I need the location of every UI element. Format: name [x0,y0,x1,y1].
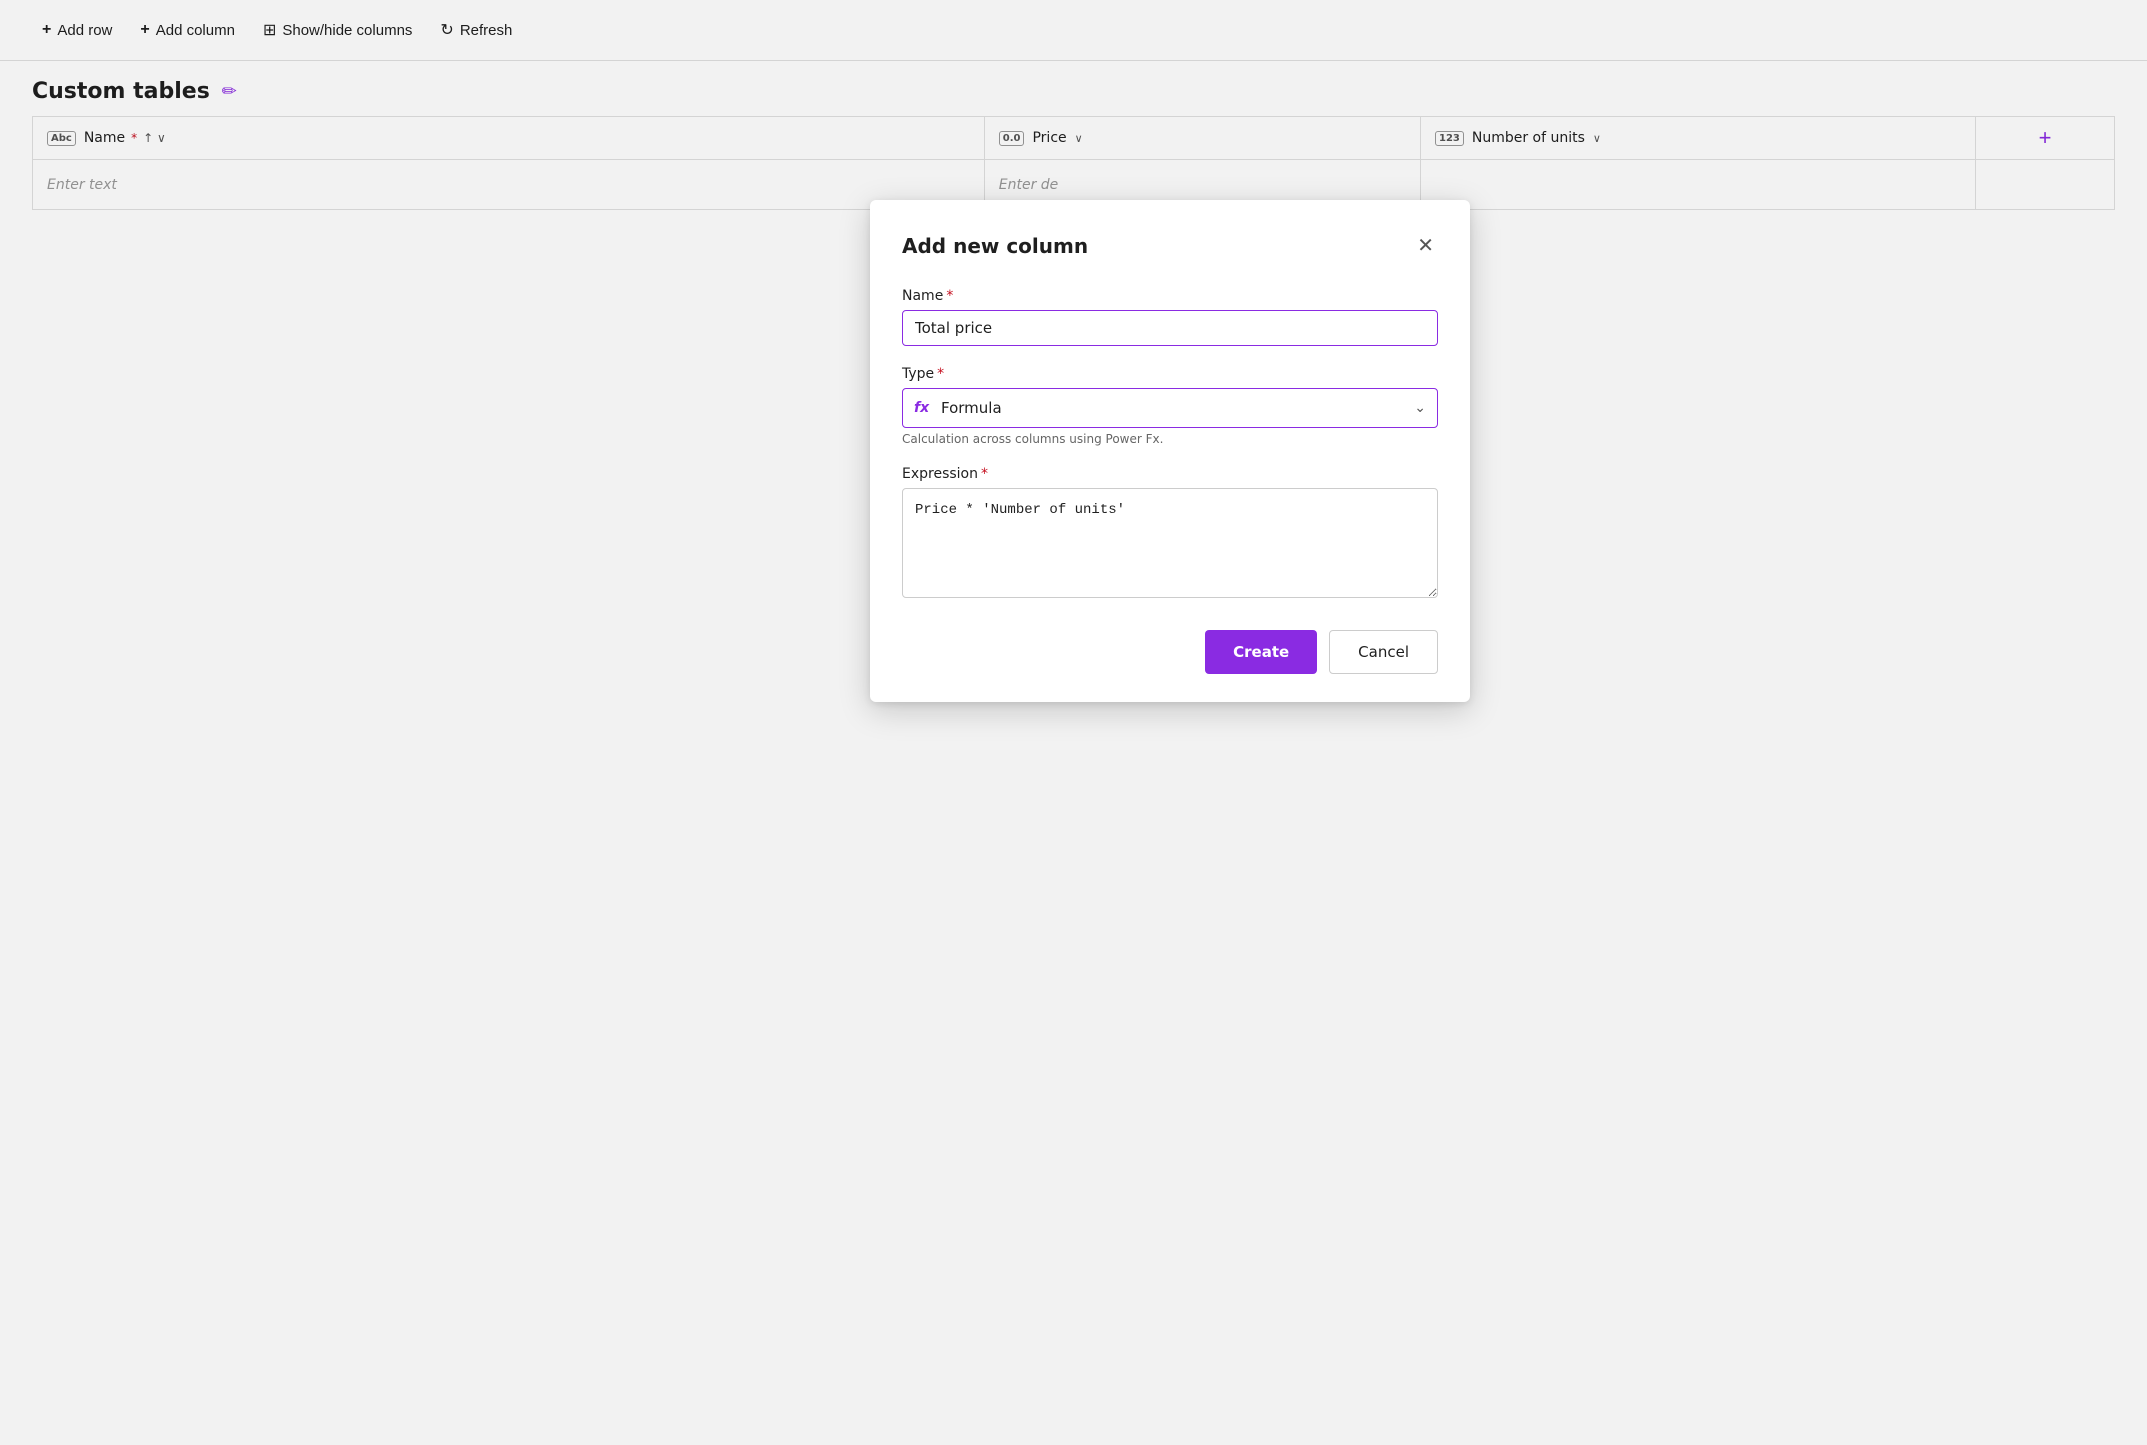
expression-field-label: Expression* [902,466,1438,482]
add-column-modal: Add new column ✕ Name* Type* fx Formula … [870,200,1470,702]
modal-title: Add new column [902,234,1088,258]
name-form-group: Name* [902,288,1438,346]
type-field-label: Type* [902,366,1438,382]
create-button[interactable]: Create [1205,630,1317,674]
fx-icon: fx [914,400,929,416]
type-form-group: Type* fx Formula Text Number ⌄ Calculati… [902,366,1438,446]
name-field-label: Name* [902,288,1438,304]
modal-header: Add new column ✕ [902,232,1438,260]
name-input[interactable] [902,310,1438,346]
expression-textarea[interactable]: Price * 'Number of units' [902,488,1438,598]
type-hint: Calculation across columns using Power F… [902,432,1438,446]
expression-form-group: Expression* Price * 'Number of units' [902,466,1438,602]
type-select[interactable]: Formula Text Number [902,388,1438,428]
type-select-wrapper: fx Formula Text Number ⌄ [902,388,1438,428]
modal-footer: Create Cancel [902,630,1438,674]
cancel-button[interactable]: Cancel [1329,630,1438,674]
modal-close-button[interactable]: ✕ [1413,232,1438,260]
